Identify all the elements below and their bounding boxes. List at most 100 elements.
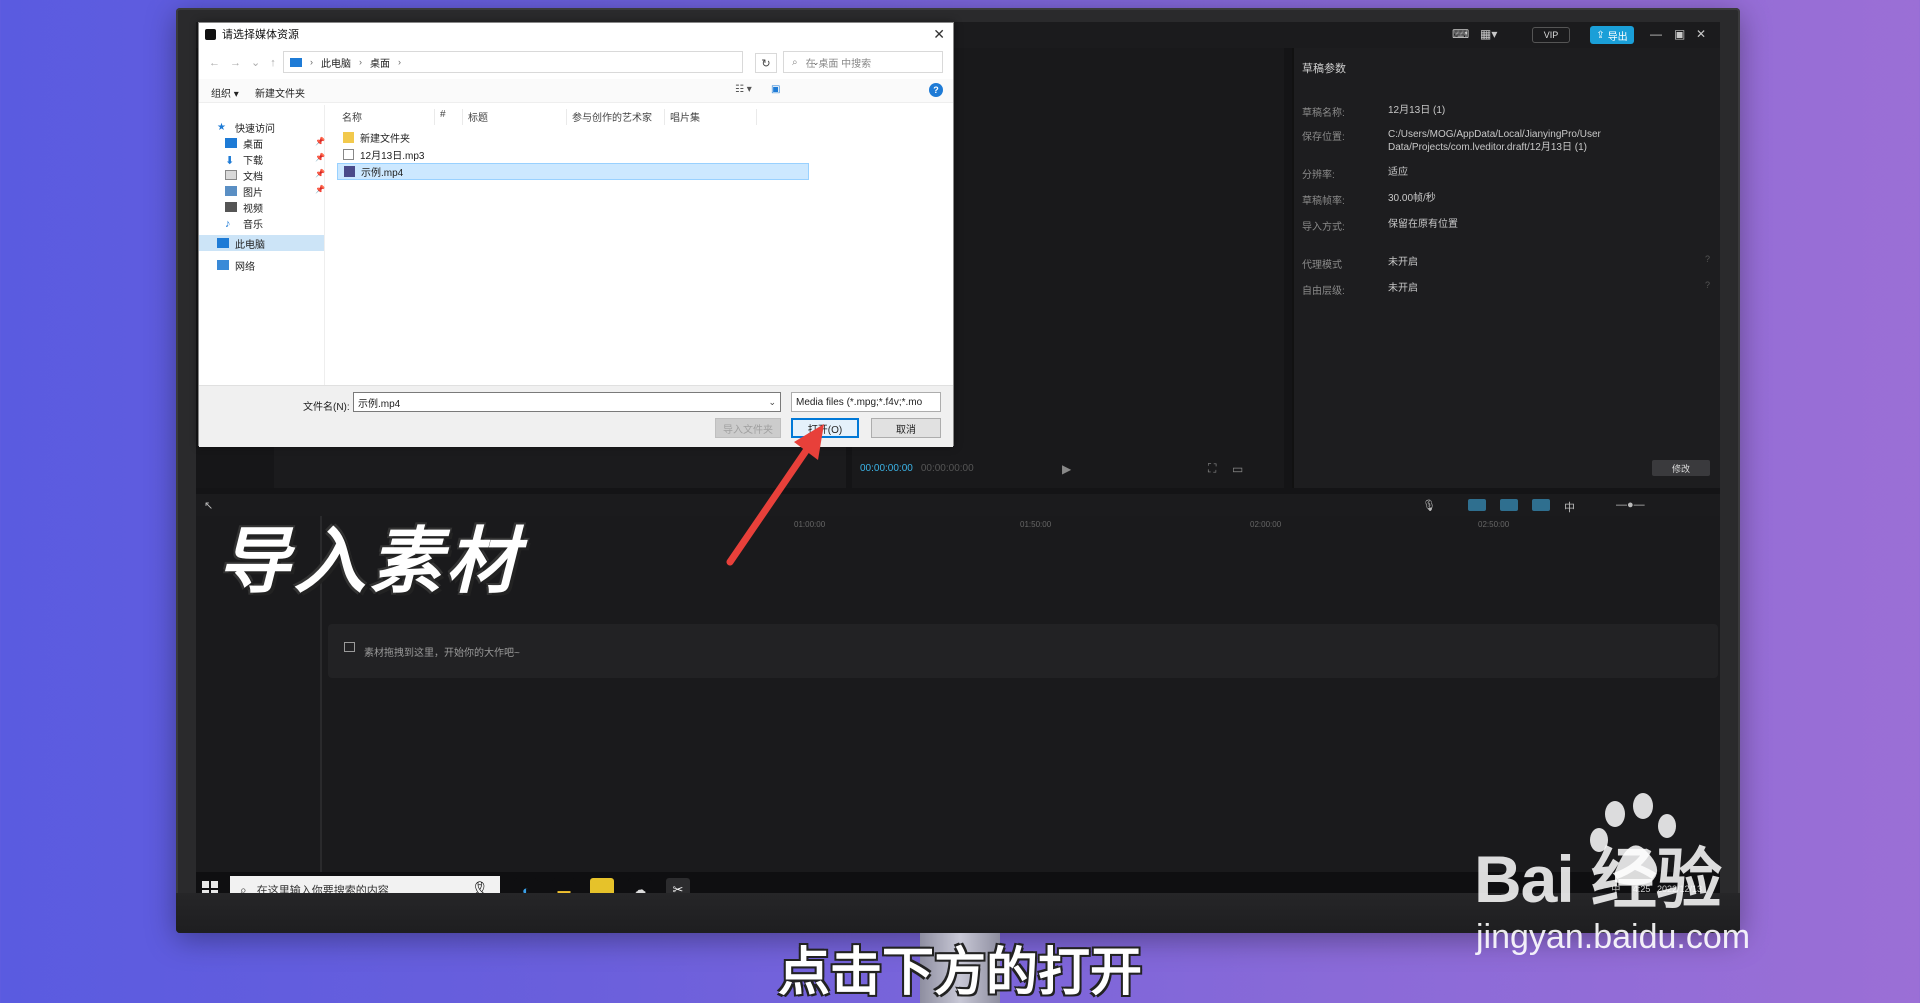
maximize-icon[interactable]: ▣ [1674,27,1685,41]
prop-proxy: 代理模式 未开启 [1302,257,1418,271]
file-name: 12月13日.mp3 [360,151,425,162]
shortcut-icon[interactable]: ⌨ [1452,27,1469,41]
filetype-select[interactable]: Media files (*.mpg;*.f4v;*.mo [791,392,941,412]
preview-axis-icon[interactable] [1532,499,1550,511]
filename-input[interactable]: 示例.mp4 ⌄ [353,392,781,412]
help-icon[interactable]: ? [1705,254,1710,264]
prop-import-mode: 导入方式: 保留在原有位置 [1302,219,1458,233]
nav-arrows-icon[interactable]: ←→⌄↑ [209,56,286,69]
computer-icon [217,238,229,248]
prop-layer: 自由层级: 未开启 [1302,283,1418,297]
computer-icon [290,57,302,67]
breadcrumb-item[interactable]: 此电脑 [321,55,351,70]
nav-item-quick-access[interactable]: ★ 快速访问 [217,119,317,135]
file-name: 示例.mp4 [361,168,404,179]
refresh-icon[interactable]: ↻ [755,53,777,73]
preview-pane-icon[interactable]: ▣ [771,84,780,95]
export-label: 导出 [1607,31,1628,43]
dialog-search-input[interactable]: ⌕ 在 桌面 中搜索 [783,51,943,73]
overlay-title: 导入素材 [218,519,523,603]
organize-menu[interactable]: 组织 ▾ [211,85,239,100]
file-row-audio[interactable]: 12月13日.mp3 [337,146,809,163]
app-icon[interactable] [590,878,614,893]
modify-button[interactable]: 修改 [1652,460,1710,476]
microphone-icon[interactable]: 🎙 [1422,499,1436,512]
file-explorer-icon[interactable]: ▬ [552,878,576,893]
filetype-value: Media files (*.mpg;*.f4v;*.mo [796,396,923,408]
cancel-button[interactable]: 取消 [871,418,941,438]
column-header-title[interactable]: 标题 [465,109,567,125]
column-header-artist[interactable]: 参与创作的艺术家 [569,109,665,125]
dialog-titlebar: 请选择媒体资源 [199,23,953,45]
network-icon [217,260,229,270]
nav-item-this-pc[interactable]: 此电脑 [199,235,324,251]
filename-value: 示例.mp4 [358,398,401,410]
music-icon: ♪ [225,218,231,230]
pin-icon: 📌 [315,185,325,194]
nav-item-desktop[interactable]: 桌面 📌 [225,135,325,151]
nav-item-network[interactable]: 网络 [217,257,317,273]
chevron-down-icon[interactable]: ⌄ [768,397,776,408]
chevron-right-icon: › [398,57,401,67]
vip-badge[interactable]: VIP [1532,27,1570,43]
prop-framerate: 草稿帧率: 30.00帧/秒 [1302,193,1436,207]
minimize-icon[interactable]: — [1650,27,1662,41]
star-icon: ★ [217,122,226,133]
play-icon[interactable]: ▶ [1062,462,1071,476]
prop-location: 保存位置: C:/Users/MOG/AppData/Local/Jianying… [1302,129,1601,153]
ruler-tick: 01:50:00 [1020,520,1052,529]
taskbar-search[interactable]: ⌕ 在这里输入你要搜索的内容 🎗 [230,876,500,893]
search-icon: ⌕ [240,882,247,894]
nav-item-documents[interactable]: 文档 📌 [225,167,325,183]
capcut-icon [205,28,216,40]
ruler-tick: 02:50:00 [1478,520,1510,529]
dialog-title: 请选择媒体资源 [222,29,299,41]
prop-resolution: 分辨率: 适应 [1302,167,1408,181]
view-options-icon[interactable]: ☷ ▾ [735,84,752,95]
nav-item-downloads[interactable]: ⬇ 下载 📌 [225,151,325,167]
film-icon [344,642,355,652]
nav-item-music[interactable]: ♪ 音乐 [225,215,325,231]
column-header-album[interactable]: 唱片集 [667,109,757,125]
zoom-slider[interactable]: —●— [1616,499,1645,511]
timeline-drop-zone[interactable]: 素材拖拽到这里，开始你的大作吧~ [328,624,1718,678]
split-icon[interactable]: 中 [1564,499,1575,515]
file-row-video-selected[interactable]: 示例.mp4 [337,163,809,180]
nav-item-videos[interactable]: 视频 [225,199,325,215]
filename-label: 文件名(N): [303,402,350,413]
open-file-dialog: 请选择媒体资源 ✕ ←→⌄↑ › 此电脑 › 桌面 › ⌄ ↻ ⌕ 在 桌面 中… [198,22,954,447]
pointer-arrow [726,424,824,566]
video-file-icon [344,166,355,177]
fullscreen-icon[interactable]: ⛶ [1208,461,1216,476]
snap-icon[interactable] [1500,499,1518,511]
download-icon: ⬇ [225,155,235,167]
close-icon[interactable]: ✕ [1696,27,1706,41]
prop-name: 草稿名称: 12月13日 (1) [1302,105,1446,119]
qq-icon[interactable]: ☁ [628,878,652,893]
new-folder-button[interactable]: 新建文件夹 [255,85,305,100]
address-bar[interactable]: › 此电脑 › 桌面 › ⌄ [283,51,820,73]
file-name: 新建文件夹 [360,134,410,145]
pin-icon: 📌 [315,169,325,178]
column-header-name[interactable]: 名称 [339,109,435,125]
layout-icon[interactable]: ▦▾ [1480,27,1497,41]
help-icon[interactable]: ? [1705,280,1710,290]
help-icon[interactable]: ? [929,83,943,97]
capcut-icon[interactable]: ✂ [666,878,690,893]
link-icon[interactable] [1468,499,1486,511]
navigation-pane: ★ 快速访问 桌面 📌 ⬇ 下载 📌 文档 📌 图片 📌 视频 ♪ 音乐 此电脑 网络 [199,105,325,395]
edge-icon[interactable]: ◐ [514,878,538,893]
ratio-icon[interactable]: ▭ [1232,462,1243,476]
ruler-tick: 02:00:00 [1250,520,1282,529]
column-header-number[interactable]: # [437,109,463,125]
cursor-icon[interactable]: ↖ [204,499,213,512]
export-button[interactable]: ⇪ 导出 [1590,26,1634,44]
close-icon[interactable]: ✕ [933,26,945,43]
ribbon-icon: 🎗 [469,882,490,893]
breadcrumb-item[interactable]: 桌面 [370,55,390,70]
drop-hint: 素材拖拽到这里，开始你的大作吧~ [364,648,520,659]
nav-item-pictures[interactable]: 图片 📌 [225,183,325,199]
windows-start-icon[interactable] [202,881,218,893]
file-row-folder[interactable]: 新建文件夹 [337,129,809,146]
video-icon [225,202,237,212]
